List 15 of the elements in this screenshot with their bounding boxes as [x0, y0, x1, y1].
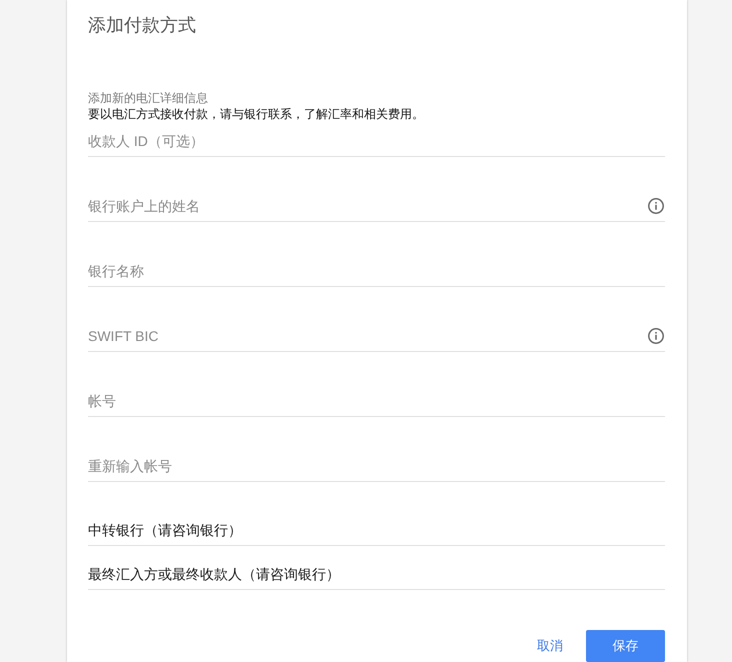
input-field[interactable]: 重新输入帐号 — [88, 456, 665, 482]
input-field[interactable]: 银行账户上的姓名 — [88, 196, 665, 222]
input-field[interactable]: SWIFT BIC — [88, 326, 665, 352]
dialog-title: 添加付款方式 — [88, 14, 196, 37]
text-area-field[interactable]: 中转银行（请咨询银行） — [88, 520, 665, 546]
save-button[interactable]: 保存 — [586, 630, 665, 662]
input-field[interactable]: 银行名称 — [88, 261, 665, 287]
text-area-field[interactable]: 最终汇入方或最终收款人（请咨询银行） — [88, 564, 665, 590]
cancel-button[interactable]: 取消 — [529, 630, 571, 662]
input-field[interactable]: 帐号 — [88, 391, 665, 417]
input-field[interactable]: 收款人 ID（可选） — [88, 131, 665, 157]
subtitle-text: 添加新的电汇详细信息 — [88, 90, 208, 106]
info-icon[interactable] — [648, 328, 664, 344]
instruction-text: 要以电汇方式接收付款，请与银行联系，了解汇率和相关费用。 — [88, 106, 424, 122]
info-icon[interactable] — [648, 198, 664, 214]
